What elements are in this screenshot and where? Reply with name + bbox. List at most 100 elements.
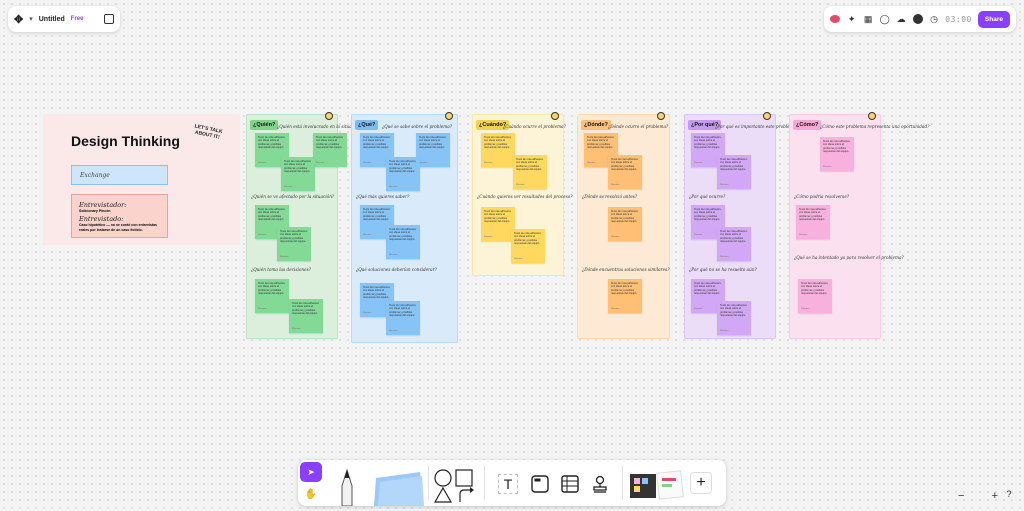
sticky-note[interactable]: Texto de nota adhesiva con ideas sobre e… xyxy=(608,207,642,241)
sticky-author: Miembro xyxy=(258,161,267,164)
column-question: ¿Qué se sabe sobre el problema? xyxy=(382,124,453,129)
interviewer-name: Solicionary Pincón xyxy=(79,209,111,213)
sticky-author: Miembro xyxy=(389,253,398,256)
sticky-author: Miembro xyxy=(363,311,372,314)
sticky-author: Miembro xyxy=(694,161,703,164)
exchange-box[interactable]: Exchange xyxy=(71,165,168,185)
sticky-note[interactable]: Texto de nota adhesiva con ideas sobre e… xyxy=(513,155,547,189)
table-tool-icon[interactable] xyxy=(560,474,580,494)
share-button[interactable]: Share xyxy=(977,10,1010,28)
sticky-note[interactable]: Texto de nota adhesiva con ideas sobre e… xyxy=(717,155,751,189)
app-logo-icon[interactable]: ✥ xyxy=(14,13,23,26)
column-question: ¿Cuándo quieres ver resultados del proce… xyxy=(477,194,573,199)
sticky-note[interactable]: Texto de nota adhesiva con ideas sobre e… xyxy=(717,301,751,335)
color-palette-icon[interactable] xyxy=(830,13,841,25)
zoom-controls: − + xyxy=(958,488,998,504)
talk-badge: LET'S TALK ABOUT IT! xyxy=(194,123,223,141)
sticky-note[interactable]: Texto de nota adhesiva con ideas sobre e… xyxy=(416,133,450,167)
column-porque[interactable]: ¿Por qué? ¿Por qué es importante este pro… xyxy=(684,112,798,339)
column-como[interactable]: ¿Cómo? ¿Cómo este problema representa una… xyxy=(789,112,929,339)
column-quien[interactable]: ¿Quién? ¿Quién está involucrado en la sit… xyxy=(246,112,363,339)
sticky-note[interactable]: Texto de nota adhesiva con ideas sobre e… xyxy=(608,155,642,189)
column-question: ¿Qué se ha intentado ya para resolver el… xyxy=(794,255,904,260)
sticky-note-tool-icon[interactable] xyxy=(370,468,426,506)
sticky-note[interactable]: Texto de nota adhesiva con ideas sobre e… xyxy=(386,225,420,259)
sticky-note[interactable]: Texto de nota adhesiva con ideas sobre e… xyxy=(386,157,420,191)
collab-bar: ✦ ▦ ◯ ☁ ◷ 03:00 Share xyxy=(824,6,1016,32)
sticky-note[interactable]: Texto de nota adhesiva con ideas sobre e… xyxy=(481,207,515,241)
sticky-note[interactable]: Texto de nota adhesiva con ideas sobre e… xyxy=(798,279,832,313)
timer-readout[interactable]: 03:00 xyxy=(945,15,972,24)
sticky-author: Miembro xyxy=(284,185,293,188)
sticky-author: Miembro xyxy=(514,257,523,260)
column-donde[interactable]: ¿Dónde? ¿Dónde ocurre el problema? ¿Dónde … xyxy=(577,112,670,339)
column-tag: ¿Quién? xyxy=(250,120,279,130)
file-menu-bar: ✥ ▾ Untitled Free xyxy=(8,6,120,32)
toolbar-divider xyxy=(484,466,485,500)
column-emoji-icon xyxy=(551,112,559,120)
sticky-note[interactable]: Texto de nota adhesiva con ideas sobre e… xyxy=(289,299,323,333)
sticky-note[interactable]: Texto de nota adhesiva con ideas sobre e… xyxy=(281,157,315,191)
sticky-author: Miembro xyxy=(280,255,289,258)
sticky-note[interactable]: Texto de nota adhesiva con ideas sobre e… xyxy=(255,279,289,313)
sticky-author: Miembro xyxy=(720,183,729,186)
templates-thumbnail-icon[interactable] xyxy=(628,468,684,502)
sticky-note[interactable]: Texto de nota adhesiva con ideas sobre e… xyxy=(277,227,311,261)
pages-icon[interactable] xyxy=(104,14,114,24)
column-cuando[interactable]: ¿Cuándo? ¿Cuándo ocurre el problema? ¿Cuán… xyxy=(472,112,573,276)
avatar[interactable] xyxy=(912,13,923,25)
sticky-author: Miembro xyxy=(611,235,620,238)
sticky-author: Miembro xyxy=(611,307,620,310)
sticky-note[interactable]: Texto de nota adhesiva con ideas sobre e… xyxy=(313,133,347,167)
chevron-down-icon[interactable]: ▾ xyxy=(29,15,33,23)
sticky-note[interactable]: Texto de nota adhesiva con ideas sobre e… xyxy=(386,301,420,335)
sticky-author: Miembro xyxy=(363,161,372,164)
comment-icon[interactable]: ◯ xyxy=(879,13,890,25)
sticky-author: Miembro xyxy=(292,327,301,330)
plan-badge[interactable]: Free xyxy=(71,16,84,22)
sticky-author: Miembro xyxy=(611,183,620,186)
sticky-note[interactable]: Texto de nota adhesiva con ideas sobre e… xyxy=(481,133,515,167)
add-more-button[interactable]: + xyxy=(690,472,712,494)
text-tool-icon[interactable]: T xyxy=(498,474,518,494)
column-tag: ¿Cómo? xyxy=(793,120,822,130)
cloud-icon[interactable]: ☁ xyxy=(896,13,906,25)
sticky-note[interactable]: Texto de nota adhesiva con ideas sobre e… xyxy=(820,137,854,171)
stamp-tool-icon[interactable] xyxy=(590,474,610,494)
sticky-author: Miembro xyxy=(823,165,832,168)
column-question: ¿Quién está involucrado en la situación? xyxy=(277,124,363,129)
interview-box[interactable]: Entrevistador: Solicionary Pincón Entrev… xyxy=(71,194,168,238)
sticky-note[interactable]: Texto de nota adhesiva con ideas sobre e… xyxy=(511,229,545,263)
timer-icon[interactable]: ◷ xyxy=(929,13,939,25)
help-button[interactable]: ? xyxy=(1002,489,1016,503)
sticky-author: Miembro xyxy=(720,255,729,258)
sticky-author: Miembro xyxy=(587,161,596,164)
layout-icon[interactable]: ▦ xyxy=(863,13,873,25)
sticky-author: Miembro xyxy=(484,161,493,164)
sticky-note[interactable]: Texto de nota adhesiva con ideas sobre e… xyxy=(717,227,751,261)
column-emoji-icon xyxy=(657,112,665,120)
shapes-tool-icon[interactable] xyxy=(432,468,478,504)
hand-tool-icon[interactable]: ✋ xyxy=(300,484,322,504)
sparkle-icon[interactable]: ✦ xyxy=(846,13,856,25)
sticky-author: Miembro xyxy=(516,183,525,186)
column-emoji-icon xyxy=(868,112,876,120)
column-que[interactable]: ¿Qué? ¿Qué se sabe sobre el problema? ¿Qué… xyxy=(351,112,458,343)
column-emoji-icon xyxy=(445,112,453,120)
document-title[interactable]: Untitled xyxy=(39,16,65,23)
section-tool-icon[interactable] xyxy=(530,474,550,494)
sticky-author: Miembro xyxy=(419,161,428,164)
sticky-note[interactable]: Texto de nota adhesiva con ideas sobre e… xyxy=(608,279,642,313)
sticky-author: Miembro xyxy=(389,185,398,188)
column-question: ¿Cómo este problema representa una oport… xyxy=(820,124,930,129)
column-question: ¿Dónde encuentras soluciones similares? xyxy=(582,267,670,272)
sticky-author: Miembro xyxy=(363,233,372,236)
select-tool-button[interactable]: ➤ xyxy=(300,462,322,482)
sticky-author: Miembro xyxy=(694,307,703,310)
interviewee-text: Caso hipotético — no se contó con entrev… xyxy=(79,223,157,232)
sticky-note[interactable]: Texto de nota adhesiva con ideas sobre e… xyxy=(796,205,830,239)
column-question: ¿Por qué es importante este problema? xyxy=(715,124,799,129)
zoom-in-button[interactable]: + xyxy=(992,490,998,502)
pen-tool-icon[interactable] xyxy=(336,468,358,506)
zoom-out-button[interactable]: − xyxy=(958,490,964,502)
